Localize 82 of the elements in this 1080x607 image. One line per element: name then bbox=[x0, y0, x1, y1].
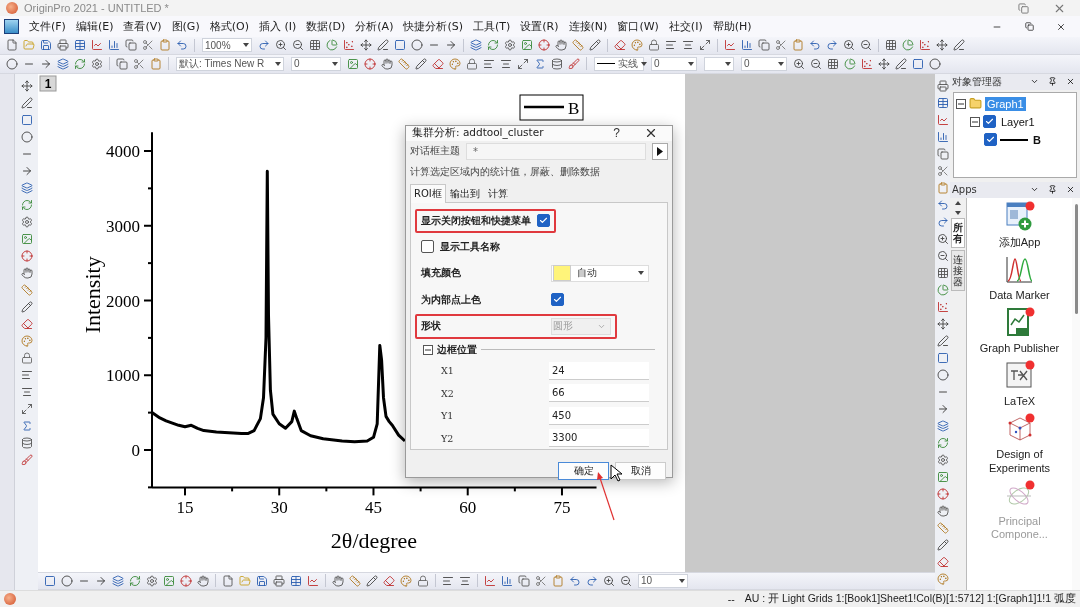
app-item[interactable]: Design of Experiments bbox=[970, 413, 1069, 475]
dialog-description: 计算选定区域内的统计值，屏蔽、删除数据 bbox=[409, 164, 601, 179]
app-label: Principal Compone... bbox=[990, 514, 1049, 542]
menu-item[interactable]: 图(G) bbox=[167, 19, 204, 35]
tree-item[interactable]: Layer1 bbox=[999, 114, 1037, 129]
input-field[interactable]: 3300 bbox=[549, 429, 649, 448]
input-field[interactable]: 24 bbox=[549, 361, 649, 380]
menu-item[interactable]: 插入 (I) bbox=[254, 19, 301, 35]
font-combo[interactable]: 默认: Times New R bbox=[176, 56, 284, 71]
panel-title: Apps bbox=[952, 184, 978, 196]
theme-label: 对话框主题 bbox=[410, 144, 460, 159]
tab[interactable]: ROI框 bbox=[410, 183, 446, 203]
tick-label: 15 bbox=[176, 497, 194, 517]
app-label: Graph Publisher bbox=[979, 341, 1060, 356]
vertical-tab[interactable]: 连接器 bbox=[951, 249, 965, 291]
menu-item[interactable]: 数据(D) bbox=[302, 19, 350, 35]
app-item[interactable]: Data Marker bbox=[970, 253, 1069, 302]
line-width-combo[interactable]: 0 bbox=[651, 56, 697, 71]
font-size-combo[interactable]: 0 bbox=[291, 56, 341, 71]
size-combo[interactable]: 10 bbox=[638, 573, 688, 588]
tick-label: 0 bbox=[131, 440, 140, 460]
tab[interactable]: 输出到 bbox=[445, 183, 484, 203]
option-label: 为内部点上色 bbox=[421, 292, 482, 307]
line-style-combo[interactable]: 实线 bbox=[594, 56, 644, 71]
group-label: 边框位置 bbox=[437, 342, 477, 357]
app-item[interactable]: Graph Publisher bbox=[970, 306, 1069, 356]
status-mode: -- bbox=[727, 592, 735, 605]
tab[interactable]: 计算 bbox=[483, 183, 512, 203]
tick-label: 75 bbox=[553, 497, 571, 517]
legend: B bbox=[519, 94, 584, 121]
tick-label: 1000 bbox=[106, 365, 140, 385]
panel-title: 对象管理器 bbox=[952, 74, 1003, 89]
app-label: 添加App bbox=[998, 235, 1041, 249]
input-field[interactable]: 66 bbox=[549, 384, 649, 403]
help-button[interactable]: ? bbox=[603, 126, 630, 141]
tick-label: 2000 bbox=[106, 291, 140, 311]
status-text: AU : 开 Light Grids 1:[Book1]Sheet1!Col(B)[1:5712] 1:[Graph1]1!1 弧度 bbox=[744, 591, 1076, 606]
color-select[interactable]: 自动 bbox=[551, 264, 649, 282]
dialog-button[interactable]: 取消 bbox=[615, 461, 666, 480]
dialog-title: 集群分析: addtool_cluster bbox=[412, 126, 544, 141]
menu-item[interactable]: 分析(A) bbox=[351, 19, 398, 35]
legend-label: B bbox=[568, 98, 580, 118]
app-label: LaTeX bbox=[1003, 395, 1036, 409]
theme-field[interactable]: * bbox=[466, 142, 646, 160]
app-label: Design of Experiments bbox=[987, 448, 1052, 475]
dialog-button[interactable]: 确定 bbox=[558, 461, 609, 480]
menu-item[interactable]: 窗口(W) bbox=[613, 19, 663, 35]
menu-item[interactable]: 格式(O) bbox=[205, 19, 253, 35]
layer-number: 1 bbox=[39, 75, 57, 92]
tick-label: 45 bbox=[365, 497, 382, 517]
field-label: Y1 bbox=[441, 410, 455, 422]
menu-item[interactable]: 帮助(H) bbox=[708, 19, 756, 35]
y-axis-title: Intensity bbox=[80, 255, 105, 333]
vertical-tab[interactable]: 所有 bbox=[951, 217, 965, 248]
app-item[interactable]: LaTeX bbox=[970, 360, 1069, 409]
menu-item[interactable]: 社交(I) bbox=[664, 19, 707, 35]
pattern-width-combo[interactable]: 0 bbox=[741, 56, 787, 71]
menu-item[interactable]: 连接(N) bbox=[564, 19, 612, 35]
window-title: OriginPro 2021 - UNTITLED * bbox=[24, 2, 169, 15]
menu-item[interactable]: 查看(V) bbox=[119, 19, 166, 35]
tick-label: 4000 bbox=[106, 141, 140, 161]
option-label: 显示关闭按钮和快捷菜单 bbox=[421, 213, 531, 228]
field-label: X2 bbox=[441, 387, 455, 399]
tree-item[interactable]: B bbox=[1031, 132, 1043, 147]
field-label: X1 bbox=[441, 365, 455, 377]
menu-item[interactable]: 文件(F) bbox=[25, 19, 70, 35]
option-label: 形状 bbox=[421, 319, 442, 334]
tick-label: 30 bbox=[270, 497, 288, 517]
option-label: 显示工具名称 bbox=[440, 239, 500, 254]
app-label: Data Marker bbox=[989, 288, 1050, 302]
tick-label: 3000 bbox=[106, 216, 140, 236]
zoom-combo[interactable]: 100% bbox=[202, 38, 252, 53]
tick-label: 60 bbox=[459, 497, 477, 517]
menu-item[interactable]: 编辑(E) bbox=[71, 19, 118, 35]
option-label: 填充颜色 bbox=[421, 266, 462, 281]
menu-item[interactable]: 设置(R) bbox=[516, 19, 563, 35]
field-label: Y2 bbox=[441, 432, 455, 444]
x-axis-title: 2θ/degree bbox=[330, 527, 418, 553]
menu-item[interactable]: 快捷分析(S) bbox=[399, 19, 467, 35]
input-field[interactable]: 450 bbox=[549, 406, 649, 425]
menu-item[interactable]: 工具(T) bbox=[469, 19, 515, 35]
app-item[interactable]: 添加App bbox=[970, 200, 1069, 249]
